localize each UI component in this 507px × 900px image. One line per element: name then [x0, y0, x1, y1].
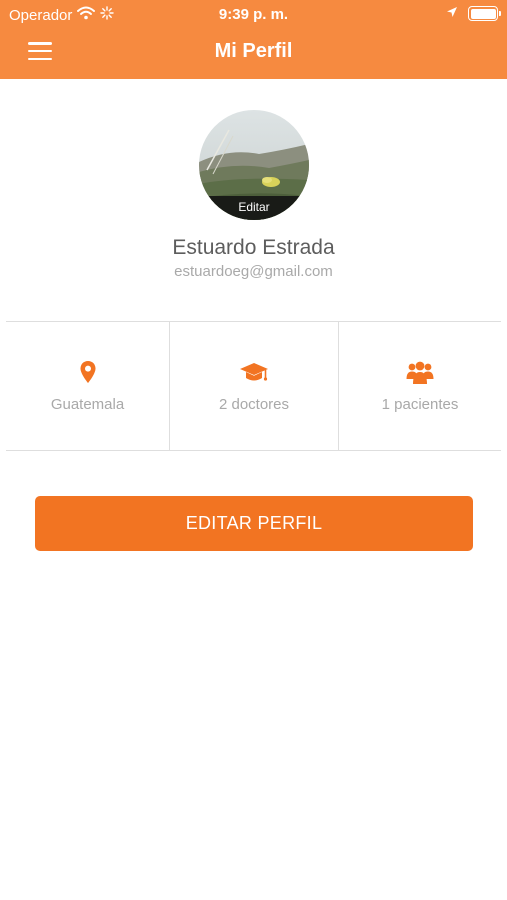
- profile-screen: Operador 9:39 p. m. Mi Perfil Editar Est…: [0, 0, 507, 900]
- graduation-cap-icon: [170, 360, 338, 386]
- profile-email: estuardoeg@gmail.com: [174, 263, 333, 280]
- avatar[interactable]: Editar: [199, 110, 309, 220]
- stat-location: Guatemala: [6, 322, 170, 450]
- stat-patients-label: 1 pacientes: [381, 396, 459, 413]
- group-icon: [339, 360, 501, 386]
- page-title: Mi Perfil: [214, 40, 293, 62]
- app-header: Operador 9:39 p. m. Mi Perfil: [0, 0, 507, 79]
- location-arrow-icon: [446, 5, 458, 22]
- navigation-bar: Mi Perfil: [0, 28, 507, 79]
- status-time: 9:39 p. m.: [218, 6, 289, 23]
- stat-doctors-label: 2 doctores: [218, 396, 290, 413]
- avatar-edit-label[interactable]: Editar: [199, 196, 309, 220]
- stat-location-label: Guatemala: [50, 396, 125, 413]
- status-bar: Operador 9:39 p. m.: [0, 0, 507, 28]
- location-pin-icon: [6, 360, 169, 386]
- battery-icon: [468, 6, 501, 21]
- stat-doctors: 2 doctores: [170, 322, 339, 450]
- profile-name: Estuardo Estrada: [172, 236, 335, 259]
- stat-patients: 1 pacientes: [339, 322, 501, 450]
- status-right-group: [446, 5, 501, 22]
- edit-profile-button[interactable]: EDITAR PERFIL: [35, 496, 473, 551]
- stats-row: Guatemala 2 doctores 1 pacientes: [6, 321, 501, 451]
